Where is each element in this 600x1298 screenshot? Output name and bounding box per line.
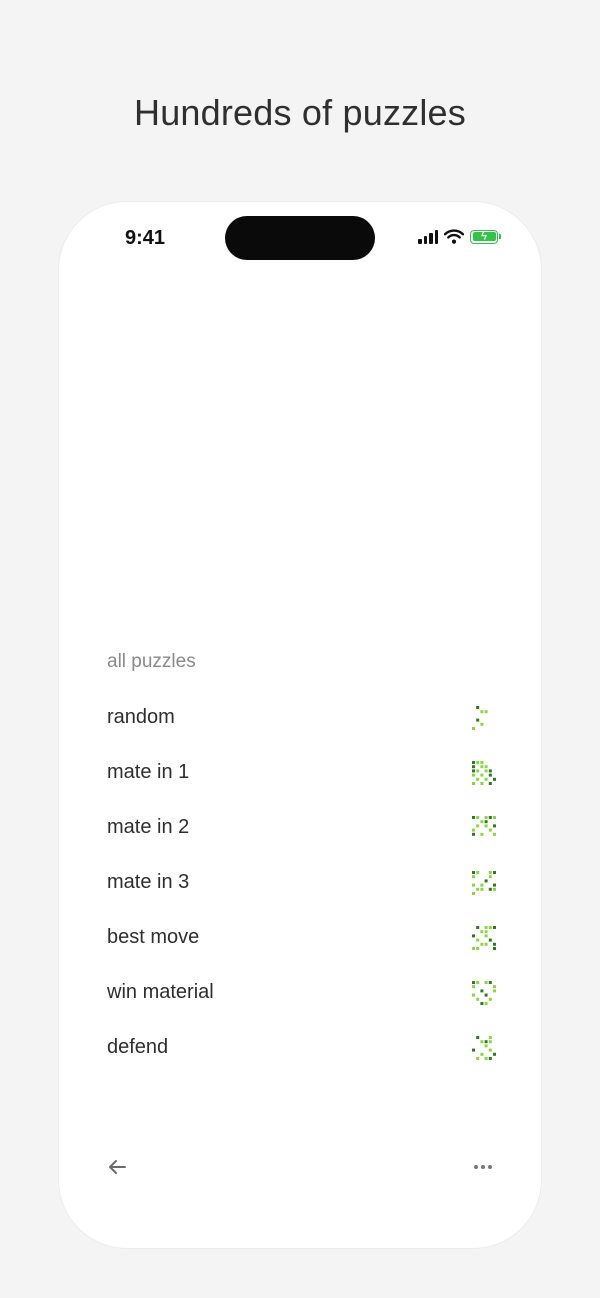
puzzle-thumbnail-icon [472, 760, 496, 785]
battery-charging-icon: ϟ [470, 229, 498, 244]
puzzle-thumbnail-icon [472, 980, 496, 1005]
phone-frame: 9:41 ϟ all puzzles random mate in 1 mate… [59, 202, 541, 1248]
puzzle-thumbnail-icon [472, 705, 488, 730]
status-time: 9:41 [125, 227, 166, 249]
status-bar: 9:41 ϟ [59, 202, 541, 272]
puzzle-thumbnail-icon [472, 1035, 496, 1060]
list-item[interactable]: random [107, 690, 497, 745]
list-item[interactable]: mate in 3 [107, 855, 497, 910]
puzzle-list: all puzzles random mate in 1 mate in 2 mate… [107, 634, 497, 1075]
puzzle-thumbnail-icon [472, 870, 496, 895]
puzzle-thumbnail-icon [472, 815, 496, 836]
list-item[interactable]: mate in 2 [107, 800, 497, 855]
list-item[interactable]: mate in 1 [107, 745, 497, 800]
arrow-left-icon[interactable] [103, 1153, 131, 1181]
wifi-icon [444, 229, 464, 244]
list-header: all puzzles [107, 651, 196, 672]
more-horizontal-icon[interactable] [469, 1153, 497, 1181]
bottom-bar [103, 1152, 497, 1182]
list-item-label: mate in 2 [107, 816, 190, 838]
list-item[interactable]: win material [107, 965, 497, 1020]
status-icons: ϟ [418, 229, 501, 244]
app-store-screenshot: Hundreds of puzzles 9:41 ϟ all puzzles r… [0, 0, 600, 1298]
list-item-label: defend [107, 1036, 169, 1058]
list-item-label: random [107, 706, 175, 728]
dynamic-island [225, 216, 375, 260]
puzzle-thumbnail-icon [472, 925, 496, 950]
headline: Hundreds of puzzles [134, 92, 466, 133]
battery-cap [499, 234, 501, 239]
list-item[interactable]: defend [107, 1020, 497, 1075]
cellular-signal-icon [418, 229, 438, 244]
list-item-label: win material [107, 981, 214, 1003]
list-item-label: mate in 3 [107, 871, 190, 893]
list-item-label: mate in 1 [107, 761, 190, 783]
list-item[interactable]: best move [107, 910, 497, 965]
list-item-label: best move [107, 926, 200, 948]
